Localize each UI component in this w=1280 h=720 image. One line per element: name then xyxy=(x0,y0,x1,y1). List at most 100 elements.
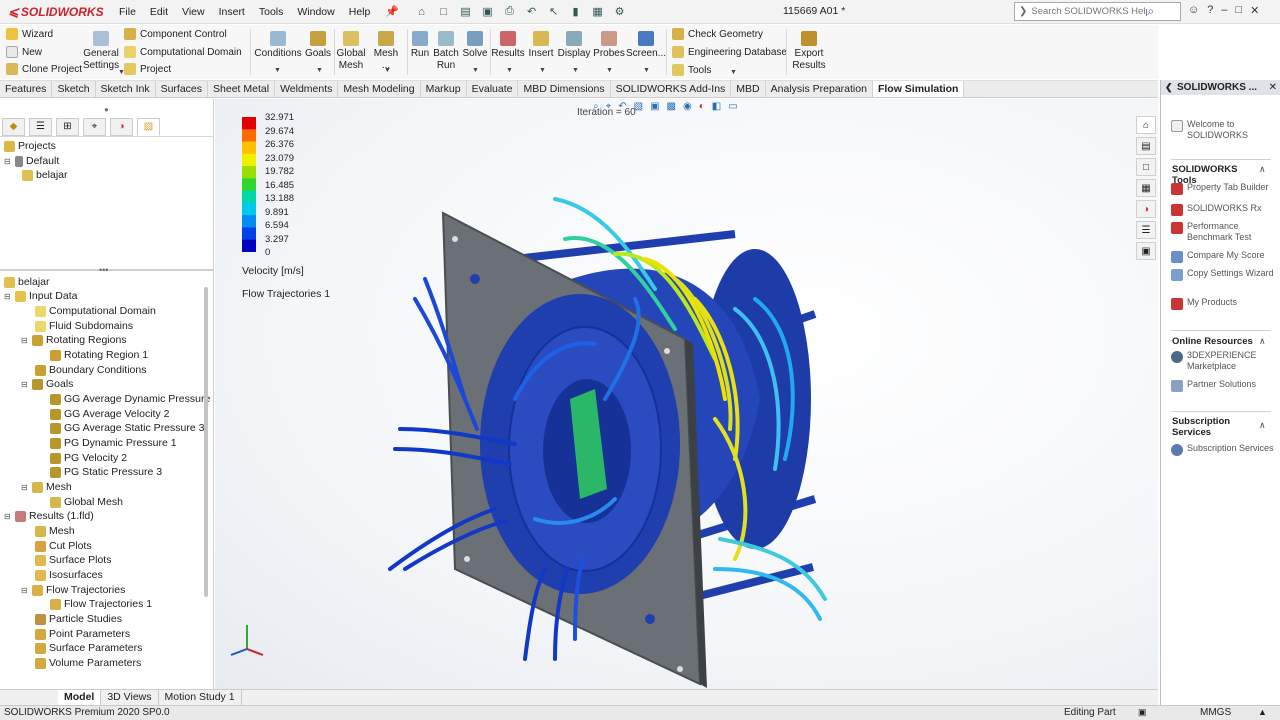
menu-tools[interactable]: Tools xyxy=(252,6,291,18)
batch-run-button[interactable]: Batch Run xyxy=(433,31,459,72)
undo-icon[interactable]: ↶ xyxy=(523,4,540,19)
configuration-manager-icon[interactable]: ⊞ xyxy=(56,117,79,136)
zoom-to-fit-icon[interactable]: ⌕ xyxy=(593,101,599,112)
close-icon[interactable]: ✕ xyxy=(1269,80,1277,95)
tab-analysis-preparation[interactable]: Analysis Preparation xyxy=(766,81,873,97)
open-folder-icon[interactable]: ▤ xyxy=(457,4,474,19)
apply-scene-icon[interactable]: ◧ xyxy=(712,101,721,112)
chevron-down-icon[interactable]: ▼ xyxy=(572,67,579,74)
display-button[interactable]: Display xyxy=(558,31,590,60)
menu-insert[interactable]: Insert xyxy=(212,6,252,18)
tree-goal-item[interactable]: GG Average Velocity 2 xyxy=(50,407,169,421)
chevron-down-icon[interactable]: ▼ xyxy=(316,67,323,74)
view-orientation-icon[interactable]: ▣ xyxy=(650,101,659,112)
engineering-database-button[interactable]: Engineering Database xyxy=(672,46,787,58)
tree-point-parameters[interactable]: Point Parameters xyxy=(35,627,130,641)
chevron-up-icon[interactable]: ∧ xyxy=(1259,336,1266,347)
menu-help[interactable]: Help xyxy=(342,6,378,18)
close-icon[interactable]: ✕ xyxy=(1250,4,1259,17)
collapse-icon[interactable]: ⊟ xyxy=(21,380,29,389)
tab-flow-simulation[interactable]: Flow Simulation xyxy=(872,81,965,97)
general-settings-button[interactable]: General Settings xyxy=(83,31,119,72)
restore-icon[interactable]: □ xyxy=(1235,4,1242,17)
tree-input-data[interactable]: ⊟ Input Data xyxy=(4,289,77,303)
export-results-button[interactable]: Export Results xyxy=(790,31,828,72)
tree-goal-item[interactable]: PG Dynamic Pressure 1 xyxy=(50,436,177,450)
tree-particle-studies[interactable]: Particle Studies xyxy=(35,612,122,626)
tree-isosurfaces[interactable]: Isosurfaces xyxy=(35,568,103,582)
tree-analysis-root[interactable]: belajar xyxy=(4,275,50,289)
tab-sketch[interactable]: Sketch xyxy=(52,81,96,97)
home-icon[interactable]: ⌂ xyxy=(413,4,430,19)
tree-goal-item[interactable]: GG Average Dynamic Pressure xyxy=(50,392,210,406)
chevron-down-icon[interactable]: ▼ xyxy=(643,67,650,74)
help-icon[interactable]: ? xyxy=(1207,4,1213,17)
design-library-icon[interactable]: ▤ xyxy=(1136,137,1156,155)
tree-fluid-subdomains[interactable]: Fluid Subdomains xyxy=(35,319,133,333)
check-geometry-button[interactable]: Check Geometry xyxy=(672,28,763,40)
tab-motion-study[interactable]: Motion Study 1 xyxy=(159,690,242,705)
tab-mbd[interactable]: MBD xyxy=(731,81,766,97)
tree-global-mesh[interactable]: Global Mesh xyxy=(50,495,123,509)
chevron-down-icon[interactable]: ▼ xyxy=(606,67,613,74)
tool-link[interactable]: SOLIDWORKS Rx xyxy=(1171,203,1279,216)
conditions-button[interactable]: Conditions xyxy=(254,31,302,60)
results-button[interactable]: Results xyxy=(491,31,525,60)
tab-evaluate[interactable]: Evaluate xyxy=(467,81,519,97)
chevron-down-icon[interactable]: ▼ xyxy=(384,67,391,74)
tool-link[interactable]: Property Tab Builder xyxy=(1171,182,1279,195)
run-button[interactable]: Run xyxy=(409,31,431,60)
tool-link[interactable]: Performance Benchmark Test xyxy=(1171,221,1279,243)
tab-sketch-ink[interactable]: Sketch Ink xyxy=(96,81,156,97)
tree-volume-parameters[interactable]: Volume Parameters xyxy=(35,656,141,670)
tab-mesh-modeling[interactable]: Mesh Modeling xyxy=(338,81,421,97)
tab-features[interactable]: Features xyxy=(0,81,53,97)
feature-manager-icon[interactable]: ◆ xyxy=(2,117,25,136)
probes-button[interactable]: Probes xyxy=(593,31,625,60)
screen-button[interactable]: Screen... xyxy=(626,31,666,60)
options-gear-icon[interactable]: ⚙ xyxy=(611,4,628,19)
traffic-light-icon[interactable]: ▮ xyxy=(567,4,584,19)
collapse-icon[interactable]: ⊟ xyxy=(21,483,29,492)
print-icon[interactable]: ⎙ xyxy=(501,4,518,19)
dimxpert-icon[interactable]: ⌖ xyxy=(83,117,106,136)
graphics-area[interactable]: 32.971 29.674 26.376 23.079 19.782 16.48… xyxy=(215,99,1158,689)
tree-flow-trajectories-1[interactable]: Flow Trajectories 1 xyxy=(50,597,152,611)
collapse-icon[interactable]: ⊟ xyxy=(21,586,29,595)
clone-project-button[interactable]: Clone Project xyxy=(6,63,82,75)
chevron-down-icon[interactable]: ▼ xyxy=(118,69,125,76)
panel-handle-icon[interactable]: ● xyxy=(104,105,109,114)
chevron-up-icon[interactable]: ▲ xyxy=(1258,707,1267,717)
select-arrow-icon[interactable]: ↖ xyxy=(545,4,562,19)
zoom-area-icon[interactable]: ⌖ xyxy=(606,101,612,112)
global-mesh-button[interactable]: Global Mesh xyxy=(336,31,366,72)
mesh-button[interactable]: Mesh ... xyxy=(369,31,403,72)
collapse-icon[interactable]: ⊟ xyxy=(4,292,12,301)
tab-surfaces[interactable]: Surfaces xyxy=(156,81,209,97)
collapse-icon[interactable]: ⊟ xyxy=(4,157,12,166)
search-icon[interactable]: ⌕ xyxy=(1147,4,1154,19)
menu-edit[interactable]: Edit xyxy=(143,6,175,18)
tree-rotating-region-1[interactable]: Rotating Region 1 xyxy=(50,348,148,362)
tools-button[interactable]: Tools xyxy=(672,64,711,76)
tree-default[interactable]: ⊟ Default xyxy=(4,154,59,168)
menu-window[interactable]: Window xyxy=(290,6,341,18)
new-document-icon[interactable]: □ xyxy=(435,4,452,19)
save-icon[interactable]: ▣ xyxy=(479,4,496,19)
help-search-input[interactable] xyxy=(1031,6,1148,17)
tree-surface-plots[interactable]: Surface Plots xyxy=(35,553,111,567)
tree-results-mesh[interactable]: Mesh xyxy=(35,524,75,538)
tree-goals[interactable]: ⊟ Goals xyxy=(21,377,73,391)
tab-markup[interactable]: Markup xyxy=(421,81,467,97)
view-settings-icon[interactable]: ▭ xyxy=(728,101,737,112)
chevron-down-icon[interactable]: ▼ xyxy=(472,67,479,74)
chevron-down-icon[interactable]: ▼ xyxy=(539,67,546,74)
tree-project-belajar[interactable]: belajar xyxy=(22,168,68,182)
tree-flow-trajectories[interactable]: ⊟ Flow Trajectories xyxy=(21,583,125,597)
collapse-arrow-icon[interactable]: ❮ xyxy=(1165,80,1173,95)
tree-boundary-conditions[interactable]: Boundary Conditions xyxy=(35,363,146,377)
solidworks-forum-icon[interactable]: ▣ xyxy=(1136,242,1156,260)
chevron-down-icon[interactable]: ▼ xyxy=(506,67,513,74)
pin-icon[interactable]: 📌 xyxy=(385,5,399,18)
property-manager-icon[interactable]: ☰ xyxy=(29,117,52,136)
